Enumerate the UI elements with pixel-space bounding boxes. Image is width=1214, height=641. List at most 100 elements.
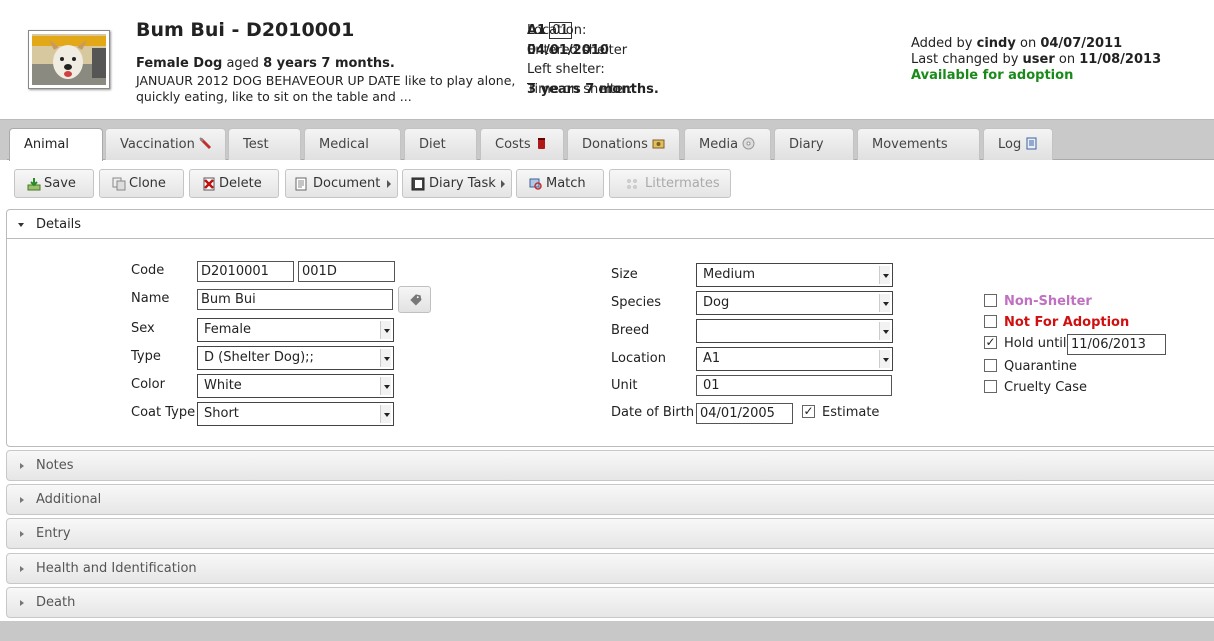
color-label: Color — [131, 377, 165, 392]
document-button[interactable]: Document — [285, 169, 398, 198]
chevron-down-icon — [879, 294, 890, 312]
chevron-right-icon — [387, 180, 391, 188]
diary-task-button[interactable]: Diary Task — [402, 169, 512, 198]
code-label: Code — [131, 263, 165, 278]
cruelty-case-label: Cruelty Case — [1004, 380, 1088, 395]
estimate-checkbox[interactable]: ✓ — [802, 405, 815, 418]
changed-on-text: on — [1058, 52, 1076, 67]
tab-label: Test — [243, 137, 269, 152]
changed-user: user — [1022, 52, 1055, 67]
coat-type-select[interactable]: Short — [197, 402, 394, 426]
quarantine-label: Quarantine — [1004, 359, 1077, 374]
non-shelter-checkbox[interactable] — [984, 294, 997, 307]
diary-task-label: Diary Task — [429, 176, 496, 191]
added-on-text: on — [1019, 36, 1037, 51]
notes-section-header[interactable]: Notes — [6, 450, 1214, 481]
random-name-button[interactable] — [398, 286, 431, 313]
species-select[interactable]: Dog — [696, 291, 893, 315]
size-value: Medium — [703, 267, 755, 282]
time-label: Time on shelter: — [527, 81, 633, 97]
littermates-icon — [627, 179, 637, 189]
sex-label: Sex — [131, 321, 155, 336]
tab-vaccination[interactable]: Vaccination — [105, 128, 226, 160]
tab-diet[interactable]: Diet — [404, 128, 477, 160]
health-title: Health and Identification — [36, 561, 197, 576]
money-icon — [652, 139, 665, 149]
health-section-header[interactable]: Health and Identification — [6, 553, 1214, 584]
document-icon — [295, 177, 307, 191]
jar-icon — [537, 138, 545, 149]
tab-label: Diary — [789, 137, 824, 152]
tab-label: Costs — [495, 137, 531, 152]
name-field[interactable] — [197, 289, 393, 310]
entry-section-header[interactable]: Entry — [6, 518, 1214, 549]
coat-type-label: Coat Type — [131, 405, 196, 420]
tab-animal[interactable]: Animal — [9, 128, 103, 161]
tab-costs[interactable]: Costs — [480, 128, 564, 160]
shelter-info: Location: A1 01 Entered shelter 04/01/2010 … — [527, 21, 659, 99]
size-select[interactable]: Medium — [696, 263, 893, 287]
chevron-right-icon — [20, 497, 24, 503]
clone-button[interactable]: Clone — [99, 169, 184, 198]
sex-value: Female — [204, 322, 252, 337]
breed-select[interactable] — [696, 319, 893, 343]
sex-species: Female Dog — [136, 56, 223, 71]
hold-until-field[interactable] — [1067, 334, 1166, 355]
tab-medical[interactable]: Medical — [304, 128, 401, 160]
save-label: Save — [44, 176, 76, 191]
match-icon — [529, 178, 542, 190]
sex-select[interactable]: Female — [197, 318, 394, 342]
dob-label: Date of Birth — [611, 405, 695, 420]
log-icon — [1026, 137, 1037, 150]
chevron-right-icon — [501, 180, 505, 188]
non-shelter-label: Non-Shelter — [1004, 294, 1092, 309]
animal-photo[interactable] — [28, 30, 110, 89]
audit-info: Added by cindy on 04/07/2011 Last change… — [911, 36, 1161, 84]
tab-diary[interactable]: Diary — [774, 128, 854, 160]
chevron-right-icon — [20, 566, 24, 572]
details-header[interactable]: Details — [7, 210, 1214, 239]
additional-section-header[interactable]: Additional — [6, 484, 1214, 515]
tab-donations[interactable]: Donations — [567, 128, 680, 160]
coat-type-value: Short — [204, 406, 239, 421]
delete-label: Delete — [219, 176, 262, 191]
death-section-header[interactable]: Death — [6, 587, 1214, 618]
status-badge: Available for adoption — [911, 68, 1074, 83]
color-select[interactable]: White — [197, 374, 394, 398]
code-field[interactable] — [197, 261, 294, 282]
animal-age: 8 years 7 months. — [263, 56, 395, 71]
clone-label: Clone — [129, 176, 166, 191]
diary-icon — [411, 177, 425, 191]
left-label: Left shelter: — [527, 62, 605, 77]
tab-test[interactable]: Test — [228, 128, 301, 160]
quarantine-checkbox[interactable] — [984, 359, 997, 372]
tab-movements[interactable]: Movements — [857, 128, 980, 160]
save-button[interactable]: Save — [14, 169, 94, 198]
tab-label: Animal — [24, 137, 69, 152]
hold-checkbox[interactable]: ✓ — [984, 336, 997, 349]
location-select[interactable]: A1 — [696, 347, 893, 371]
cruelty-case-checkbox[interactable] — [984, 380, 997, 393]
chevron-right-icon — [20, 600, 24, 606]
tab-label: Media — [699, 137, 739, 152]
name-label: Name — [131, 291, 170, 306]
chevron-down-icon — [380, 349, 391, 367]
tab-media[interactable]: Media — [684, 128, 771, 160]
tab-label: Donations — [582, 137, 648, 152]
chevron-down-icon — [380, 377, 391, 395]
short-code-field[interactable] — [298, 261, 395, 282]
animal-header: Bum Bui - D2010001 Female Dog aged 8 yea… — [0, 0, 1214, 120]
not-for-adoption-checkbox[interactable] — [984, 315, 997, 328]
littermates-button[interactable]: Littermates — [609, 169, 731, 198]
chevron-down-icon — [879, 266, 890, 284]
changed-prefix: Last changed by — [911, 52, 1019, 67]
delete-button[interactable]: Delete — [189, 169, 279, 198]
match-button[interactable]: Match — [516, 169, 604, 198]
unit-field[interactable] — [696, 375, 892, 396]
dob-field[interactable] — [696, 403, 793, 424]
unit-label: Unit — [611, 378, 638, 393]
type-select[interactable]: D (Shelter Dog);; — [197, 346, 394, 370]
location-field-value: A1 — [703, 351, 721, 366]
tab-log[interactable]: Log — [983, 128, 1053, 160]
estimate-label: Estimate — [822, 405, 880, 420]
